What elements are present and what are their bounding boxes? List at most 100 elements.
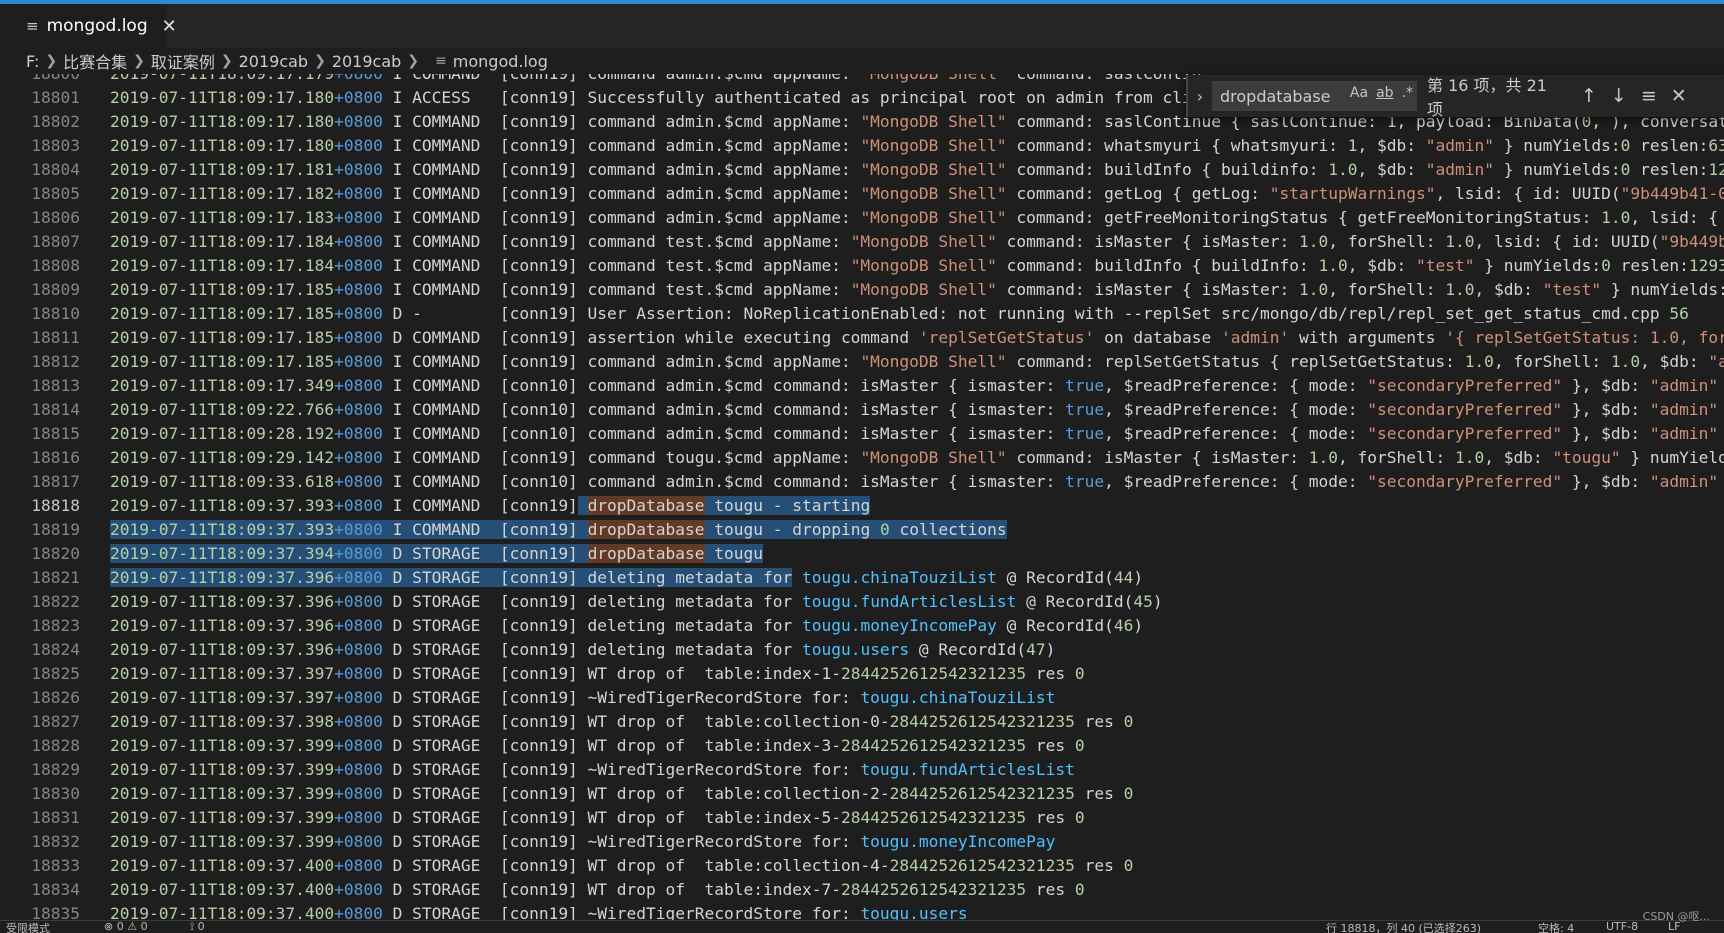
code-line[interactable]: 18805 2019-07-11T18:09:17.182+0800 I COMM… [0,182,1724,206]
code-token: 2019-07-11T18:09:37.399 [110,784,335,803]
regex-icon[interactable]: .* [1402,85,1413,101]
code-token: , $db: [1357,136,1426,155]
line-number: 18834 [31,880,80,899]
code-token: "MongoDB Shell" [860,136,1007,155]
code-token: +0800 [334,232,383,251]
breadcrumb-folder-2019cab[interactable]: 2019cab [239,52,308,71]
code-line[interactable]: 18810 2019-07-11T18:09:17.185+0800 D - [c… [0,302,1724,326]
code-line[interactable]: 18816 2019-07-11T18:09:29.142+0800 I COMM… [0,446,1724,470]
code-token: 0 [1123,712,1134,731]
code-token: +0800 [334,88,383,107]
code-token: , lsid: { id: UUID( [1435,184,1621,203]
line-number: 18816 [31,448,80,467]
code-token: +0800 [334,304,383,323]
code-token: @ RecordId( [996,568,1114,587]
code-token: 0 [879,520,890,539]
code-token: 2019-07-11T18:09:37.400 [110,904,335,920]
code-line[interactable]: 18813 2019-07-11T18:09:17.349+0800 I COMM… [0,374,1724,398]
code-editor[interactable]: 188002019-07-11T18:09:17.179+0800 I COMM… [0,74,1724,920]
breadcrumb-drive[interactable]: F: [26,52,39,71]
code-token: 1.0 [1308,448,1338,467]
code-token: +0800 [334,112,383,131]
code-token: D STORAGE [conn19] ~WiredTigerRecordStor… [382,832,861,851]
code-token: true [1065,400,1105,419]
code-token: +0800 [334,400,383,419]
code-token: "9b449b41 [1659,232,1724,251]
code-token: I COMMAND [conn10] command admin.$cmd co… [382,472,1066,491]
code-line[interactable]: 18825 2019-07-11T18:09:37.397+0800 D STOR… [0,662,1724,686]
code-token: 2019-07-11T18:09:37.394 [110,544,335,563]
close-icon[interactable]: ✕ [162,16,177,37]
code-line[interactable]: 18806 2019-07-11T18:09:17.183+0800 I COMM… [0,206,1724,230]
code-line[interactable]: 18828 2019-07-11T18:09:37.399+0800 D STOR… [0,734,1724,758]
code-token: , forShell: [1328,280,1446,299]
code-token: 2019-07-11T18:09:17.181 [110,160,335,179]
status-indentation[interactable]: 空格: 4 [1538,921,1574,933]
lines-icon: ≡ [26,17,39,35]
code-line[interactable]: 18819 2019-07-11T18:09:37.393+0800 I COMM… [0,518,1724,542]
arrow-up-icon[interactable]: ↑ [1581,85,1597,107]
code-token: D STORAGE [conn19] WT drop of table:coll… [382,784,890,803]
code-line[interactable]: 18804 2019-07-11T18:09:17.181+0800 I COMM… [0,158,1724,182]
line-content: 2019-07-11T18:09:17.185+0800 I COMMAND [… [110,350,1724,374]
code-token: D STORAGE [conn19] deleting metadata for [382,640,802,659]
chevron-right-icon: ❯ [314,53,326,69]
breadcrumb-folder-forensics[interactable]: 取证案例 [151,49,215,73]
find-in-selection-icon[interactable]: ≡ [1641,85,1657,107]
code-line[interactable]: 18824 2019-07-11T18:09:37.396+0800 D STOR… [0,638,1724,662]
code-line[interactable]: 18830 2019-07-11T18:09:37.399+0800 D STOR… [0,782,1724,806]
match-case-icon[interactable]: Aa [1350,85,1368,101]
code-token: command: buildInfo { buildInfo: [996,256,1319,275]
code-token: 1.0 [1464,352,1494,371]
code-line[interactable]: 18831 2019-07-11T18:09:37.399+0800 D STOR… [0,806,1724,830]
status-cursor-position[interactable]: 行 18818，列 40 (已选择263) [1326,921,1481,933]
code-line[interactable]: 18827 2019-07-11T18:09:37.398+0800 D STOR… [0,710,1724,734]
code-line[interactable]: 18807 2019-07-11T18:09:17.184+0800 I COMM… [0,230,1724,254]
code-line[interactable]: 18820 2019-07-11T18:09:37.394+0800 D STOR… [0,542,1724,566]
status-problems[interactable]: ⊗ 0 ⚠ 0 [104,921,148,933]
whole-word-icon[interactable]: ab [1376,85,1393,101]
code-line[interactable]: 18826 2019-07-11T18:09:37.397+0800 D STOR… [0,686,1724,710]
code-token: 2844252612542321235 [840,880,1027,899]
code-token: 2844252612542321235 [840,736,1027,755]
code-line[interactable]: 18832 2019-07-11T18:09:37.399+0800 D STOR… [0,830,1724,854]
code-line[interactable]: 18834 2019-07-11T18:09:37.400+0800 D STOR… [0,878,1724,902]
code-line[interactable]: 18821 2019-07-11T18:09:37.396+0800 D STOR… [0,566,1724,590]
code-line[interactable]: 18822 2019-07-11T18:09:37.396+0800 D STOR… [0,590,1724,614]
code-line[interactable]: 18809 2019-07-11T18:09:17.185+0800 I COMM… [0,278,1724,302]
breadcrumb-folder-competitions[interactable]: 比赛合集 [63,49,127,73]
code-line[interactable]: 18808 2019-07-11T18:09:17.184+0800 I COMM… [0,254,1724,278]
code-line[interactable]: 18833 2019-07-11T18:09:37.400+0800 D STOR… [0,854,1724,878]
code-token: 2019-07-11T18:09:17.180 [110,88,335,107]
status-encoding[interactable]: UTF-8 [1606,921,1638,933]
line-number: 18809 [31,280,80,299]
breadcrumb-folder-2019cab-inner[interactable]: 2019cab [332,52,401,71]
code-token: D STORAGE [conn19] WT drop of table:inde… [382,880,841,899]
code-line[interactable]: 18823 2019-07-11T18:09:37.396+0800 D STOR… [0,614,1724,638]
status-restricted-mode[interactable]: 受限模式 [6,921,50,933]
code-token: command: isMaster { isMaster: [1006,448,1309,467]
close-icon[interactable]: ✕ [1671,85,1687,107]
arrow-down-icon[interactable]: ↓ [1611,85,1627,107]
code-line[interactable]: 18818 2019-07-11T18:09:37.393+0800 I COMM… [0,494,1724,518]
find-input[interactable]: dropdatabase Aa ab .* [1212,81,1417,111]
lines-icon: ≡ [435,53,447,69]
code-line[interactable]: 18815 2019-07-11T18:09:28.192+0800 I COMM… [0,422,1724,446]
code-line[interactable]: 18829 2019-07-11T18:09:37.399+0800 D STOR… [0,758,1724,782]
code-line[interactable]: 18803 2019-07-11T18:09:17.180+0800 I COMM… [0,134,1724,158]
code-line[interactable]: 18811 2019-07-11T18:09:17.185+0800 D COMM… [0,326,1724,350]
breadcrumb-file[interactable]: mongod.log [453,52,548,71]
tab-mongod-log[interactable]: ≡ mongod.log ✕ [0,4,177,48]
code-token: I COMMAND [conn19] command tougu.$cmd ap… [382,448,861,467]
line-number: 18833 [31,856,80,875]
code-line[interactable]: 18817 2019-07-11T18:09:33.618+0800 I COMM… [0,470,1724,494]
code-token: +0800 [334,592,383,611]
code-line[interactable]: 18812 2019-07-11T18:09:17.185+0800 I COMM… [0,350,1724,374]
code-line[interactable]: 18814 2019-07-11T18:09:22.766+0800 I COMM… [0,398,1724,422]
code-token: true [1065,472,1105,491]
code-token: 0 [1620,160,1631,179]
chevron-right-icon[interactable]: › [1188,87,1212,106]
code-line[interactable]: 18835 2019-07-11T18:09:37.400+0800 D STOR… [0,902,1724,920]
line-number: 18819 [31,520,80,539]
status-ports[interactable]: ⟟ 0 [190,921,205,933]
